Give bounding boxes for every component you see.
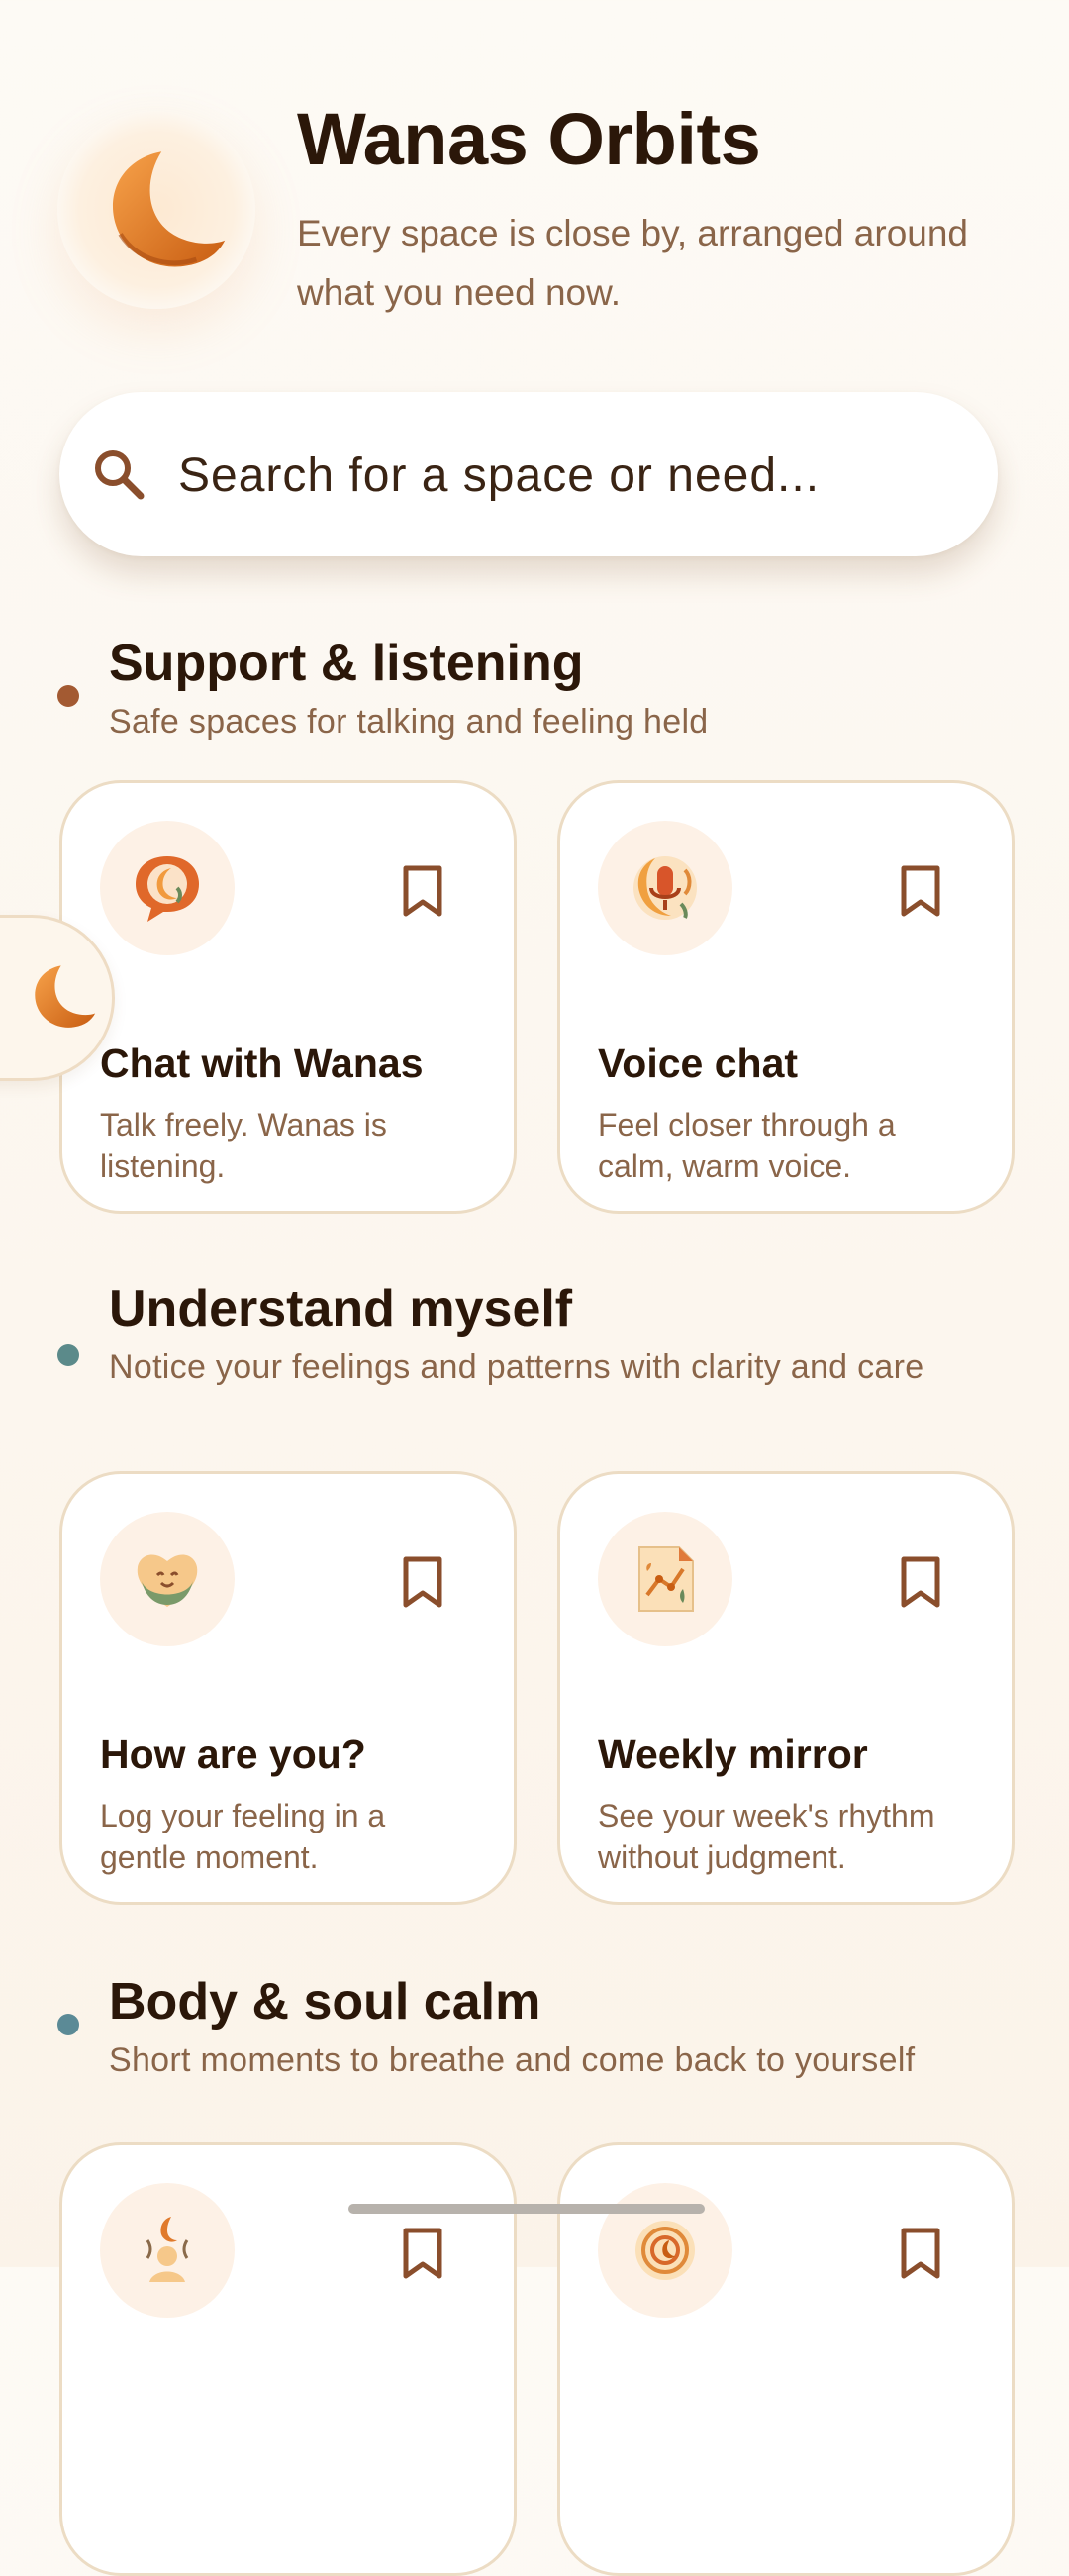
card-title: Weekly mirror [598, 1732, 868, 1777]
section-dot [57, 685, 79, 707]
card-description: Talk freely. Wanas is listening. [100, 1107, 387, 1184]
app-logo [57, 111, 255, 309]
app-subtitle: Every space is close by, arranged around… [297, 213, 969, 313]
moon-icon [35, 965, 96, 1028]
breathing-circle-icon [635, 2221, 695, 2280]
bookmark-icon[interactable] [401, 864, 444, 918]
section-subtitle-understand: Notice your feelings and patterns with c… [109, 1348, 924, 1386]
section-subtitle-body-soul: Short moments to breathe and come back t… [109, 2041, 916, 2079]
chart-note-icon [638, 1546, 694, 1612]
section-title-support: Support & listening [109, 635, 584, 692]
section-subtitle-support: Safe spaces for talking and feeling held [109, 703, 709, 741]
bookmark-icon[interactable] [899, 1555, 942, 1609]
heart-smile-icon [137, 1554, 198, 1607]
search-bar[interactable] [59, 392, 998, 556]
card-voice-chat[interactable]: Voice chat Feel closer through a calm, w… [557, 780, 1015, 1214]
card-weekly-mirror[interactable]: Weekly mirror See your week's rhythm wit… [557, 1471, 1015, 1905]
section-title-body-soul: Body & soul calm [109, 1973, 541, 2031]
app-title: Wanas Orbits [297, 98, 761, 180]
bookmark-icon[interactable] [401, 2227, 444, 2280]
card-description: Feel closer through a calm, warm voice. [598, 1107, 896, 1184]
meditation-moon-icon [146, 2217, 189, 2282]
card-how-are-you[interactable]: How are you? Log your feeling in a gentl… [59, 1471, 517, 1905]
card-title: How are you? [100, 1732, 366, 1777]
home-indicator[interactable] [348, 2204, 705, 2214]
bookmark-icon[interactable] [401, 1555, 444, 1609]
card-description: See your week's rhythm without judgment. [598, 1798, 935, 1875]
card-description: Log your feeling in a gentle moment. [100, 1798, 386, 1875]
search-input[interactable] [176, 432, 962, 519]
card-chat-with-wanas[interactable]: Chat with Wanas Talk freely. Wanas is li… [59, 780, 517, 1214]
card-title: Chat with Wanas [100, 1040, 424, 1086]
bookmark-icon[interactable] [899, 2227, 942, 2280]
microphone-moon-icon [633, 856, 697, 920]
card-icon-wrap [100, 821, 235, 955]
search-icon [95, 450, 145, 500]
section-dot [57, 1344, 79, 1366]
card-icon-wrap [598, 821, 732, 955]
chat-bubble-moon-icon [136, 856, 199, 922]
bookmark-icon[interactable] [899, 864, 942, 918]
header: Wanas Orbits Every space is close by, ar… [0, 0, 1069, 327]
card-icon-wrap [100, 2183, 235, 2318]
section-title-understand: Understand myself [109, 1280, 573, 1338]
card-title: Voice chat [598, 1040, 799, 1086]
card-icon-wrap [598, 1512, 732, 1646]
card-icon-wrap [100, 1512, 235, 1646]
moon-logo-icon [112, 151, 226, 267]
section-dot [57, 2014, 79, 2035]
